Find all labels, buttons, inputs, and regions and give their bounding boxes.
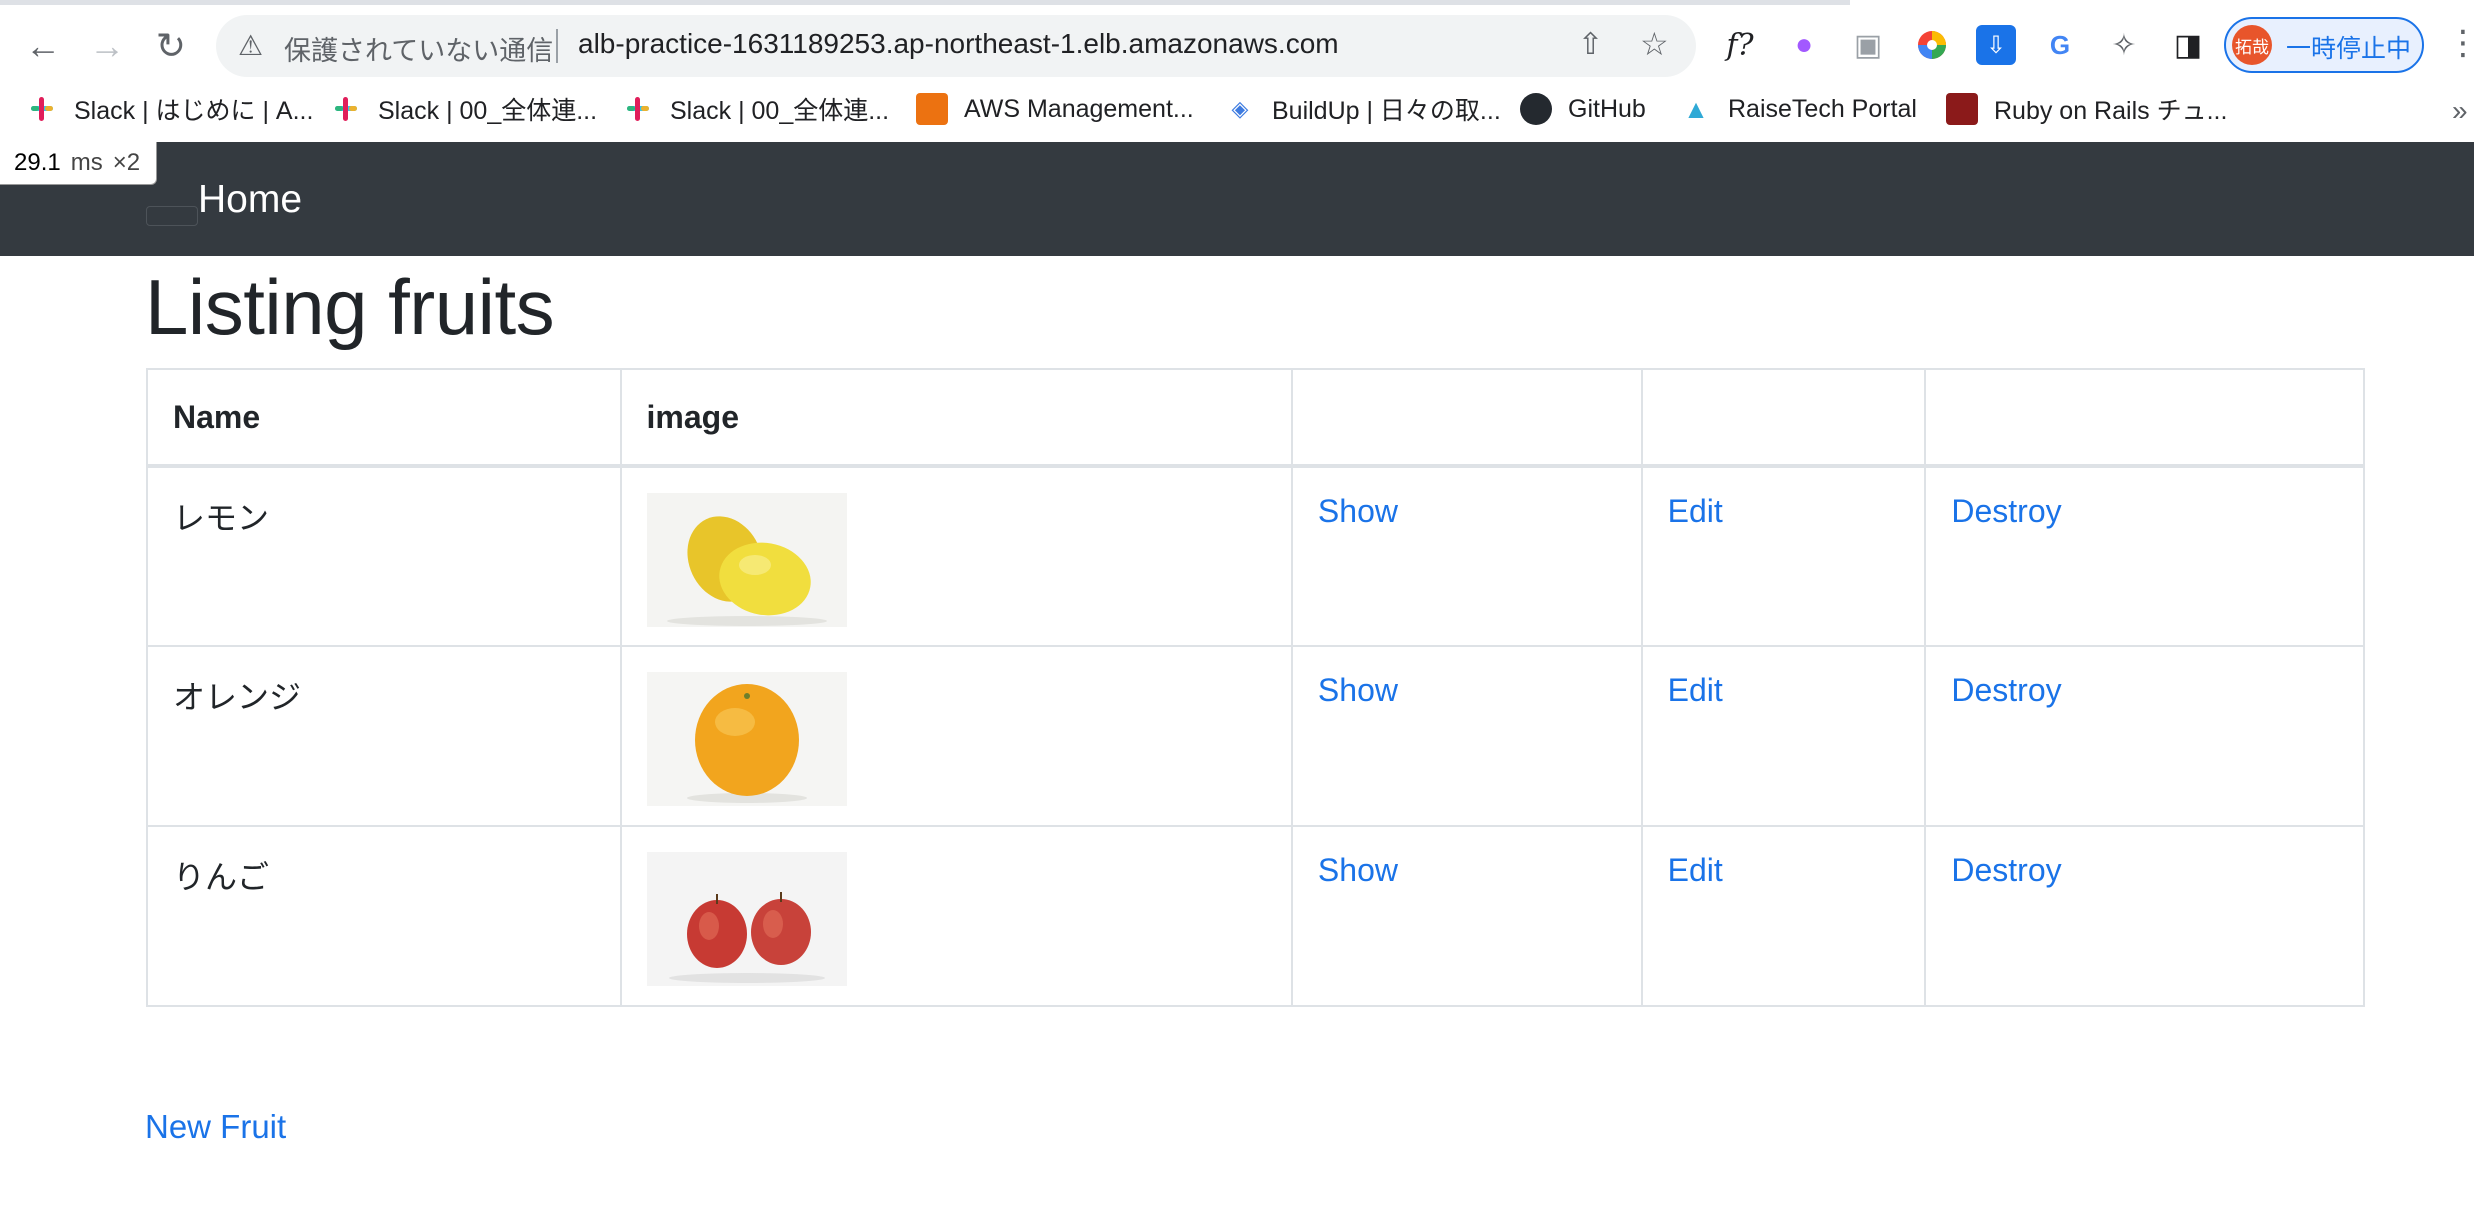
site-navbar: Home	[0, 142, 2474, 256]
pen-extension-icon[interactable]: ●	[1784, 25, 1824, 65]
reload-icon[interactable]: ↻	[148, 23, 194, 69]
security-label[interactable]: 保護されていない通信	[284, 29, 553, 68]
aws-cube-icon	[916, 93, 948, 125]
destroy-cell: Destroy	[1924, 645, 2365, 827]
back-arrow-icon[interactable]: ←	[20, 23, 66, 69]
column-header-edit	[1640, 368, 1927, 468]
destroy-link[interactable]: Destroy	[1951, 493, 2061, 529]
bookmark-star-icon[interactable]: ☆	[1640, 25, 1669, 63]
bookmark-rails[interactable]: Ruby on Rails チュ...	[1946, 89, 2227, 129]
forward-arrow-icon[interactable]: →	[84, 23, 130, 69]
fruits-table: Name image レモン Show Edit Destroy オレンジ Sh…	[146, 368, 2365, 1007]
orange-image	[646, 672, 847, 806]
bookmark-label: Slack | 00_全体連...	[670, 97, 890, 125]
perf-overlay: 29.1 ms ×2	[0, 142, 158, 185]
fruit-image-cell	[619, 645, 1293, 827]
github-icon	[1520, 93, 1552, 125]
more-bookmarks-icon[interactable]: »	[2452, 95, 2468, 127]
edit-link[interactable]: Edit	[1668, 672, 1723, 708]
perf-unit: ms	[70, 149, 103, 176]
show-link[interactable]: Show	[1318, 672, 1398, 708]
fruit-name: レモン	[146, 465, 622, 647]
navbar-toggler[interactable]	[146, 206, 198, 226]
edit-cell: Edit	[1640, 465, 1927, 647]
download-icon[interactable]: ⇩	[1976, 25, 2016, 65]
fruit-name: オレンジ	[146, 645, 622, 827]
edit-link[interactable]: Edit	[1668, 852, 1723, 888]
omnibox-separator	[556, 29, 558, 63]
fonts-extension-icon[interactable]: f?	[1720, 25, 1760, 65]
column-header-show	[1290, 368, 1643, 468]
slack-icon	[330, 93, 362, 125]
bookmark-label: AWS Management...	[964, 94, 1194, 123]
bookmark-aws[interactable]: AWS Management...	[916, 89, 1194, 129]
bookmark-slack-3[interactable]: Slack | 00_全体連...	[622, 89, 889, 129]
nav-home-link[interactable]: Home	[198, 178, 302, 222]
address-bar[interactable]: ⚠ 保護されていない通信 alb-practice-1631189253.ap-…	[216, 15, 1696, 77]
bookmark-label: GitHub	[1568, 94, 1646, 123]
reading-list-icon[interactable]: ◨	[2168, 25, 2208, 65]
show-cell: Show	[1290, 465, 1643, 647]
warning-icon[interactable]: ⚠	[238, 29, 263, 62]
camera-icon[interactable]: ▣	[1848, 25, 1888, 65]
show-link[interactable]: Show	[1318, 493, 1398, 529]
lemon-image	[646, 493, 847, 627]
translate-icon[interactable]: G	[2040, 25, 2080, 65]
table-header-row: Name image	[146, 368, 2365, 468]
destroy-cell: Destroy	[1924, 465, 2365, 647]
destroy-link[interactable]: Destroy	[1951, 852, 2061, 888]
bookmark-slack-2[interactable]: Slack | 00_全体連...	[330, 89, 597, 129]
table-row: レモン Show Edit Destroy	[146, 465, 2365, 647]
show-cell: Show	[1290, 825, 1643, 1007]
url-text[interactable]: alb-practice-1631189253.ap-northeast-1.e…	[578, 28, 1339, 60]
apple-image	[646, 852, 847, 986]
bookmark-github[interactable]: GitHub	[1520, 89, 1646, 129]
edit-link[interactable]: Edit	[1668, 493, 1723, 529]
buildup-icon: ◈	[1231, 96, 1249, 121]
extensions-puzzle-icon[interactable]: ✧	[2104, 25, 2144, 65]
bookmark-label: RaiseTech Portal	[1728, 94, 1917, 123]
avatar: 拓哉	[2232, 25, 2272, 65]
column-header-destroy	[1924, 368, 2365, 468]
bookmark-label: Ruby on Rails チュ...	[1994, 97, 2228, 125]
browser-toolbar: ← → ↻ ⚠ 保護されていない通信 alb-practice-16311892…	[0, 5, 2474, 81]
perf-multiplier: ×2	[112, 149, 141, 176]
edit-cell: Edit	[1640, 645, 1927, 827]
bookmark-label: Slack | 00_全体連...	[378, 97, 598, 125]
new-fruit-link[interactable]: New Fruit	[145, 1108, 286, 1146]
slack-icon	[622, 93, 654, 125]
bookmark-buildup[interactable]: ◈ BuildUp | 日々の取...	[1224, 89, 1501, 129]
fruit-image-cell	[619, 465, 1293, 647]
raisetech-icon: ▲	[1683, 93, 1709, 124]
profile-status-label: 一時停止中	[2286, 35, 2412, 63]
bookmark-label: BuildUp | 日々の取...	[1272, 97, 1501, 125]
profile-button[interactable]: 拓哉 一時停止中	[2224, 17, 2424, 73]
rails-icon	[1946, 93, 1978, 125]
destroy-cell: Destroy	[1924, 825, 2365, 1007]
table-row: オレンジ Show Edit Destroy	[146, 645, 2365, 827]
page-title: Listing fruits	[145, 263, 555, 351]
perf-value: 29.1	[14, 149, 61, 176]
column-header-name: Name	[146, 368, 622, 468]
show-link[interactable]: Show	[1318, 852, 1398, 888]
menu-icon[interactable]: ⋮	[2446, 23, 2474, 63]
bookmark-slack-1[interactable]: Slack | はじめに | A...	[26, 89, 313, 129]
edit-cell: Edit	[1640, 825, 1927, 1007]
destroy-link[interactable]: Destroy	[1951, 672, 2061, 708]
share-icon[interactable]: ⇧	[1578, 27, 1603, 62]
bookmark-label: Slack | はじめに | A...	[74, 97, 314, 125]
bookmark-raisetech[interactable]: ▲ RaiseTech Portal	[1680, 89, 1917, 129]
table-row: りんご Show Edit Destroy	[146, 825, 2365, 1007]
bookmarks-bar: Slack | はじめに | A... Slack | 00_全体連... Sl…	[0, 81, 2474, 142]
fruit-name: りんご	[146, 825, 622, 1007]
fruit-image-cell	[619, 825, 1293, 1007]
column-header-image: image	[619, 368, 1293, 468]
slack-icon	[26, 93, 58, 125]
browser-chrome: ← → ↻ ⚠ 保護されていない通信 alb-practice-16311892…	[0, 0, 2474, 142]
color-wheel-icon[interactable]	[1912, 25, 1952, 65]
show-cell: Show	[1290, 645, 1643, 827]
